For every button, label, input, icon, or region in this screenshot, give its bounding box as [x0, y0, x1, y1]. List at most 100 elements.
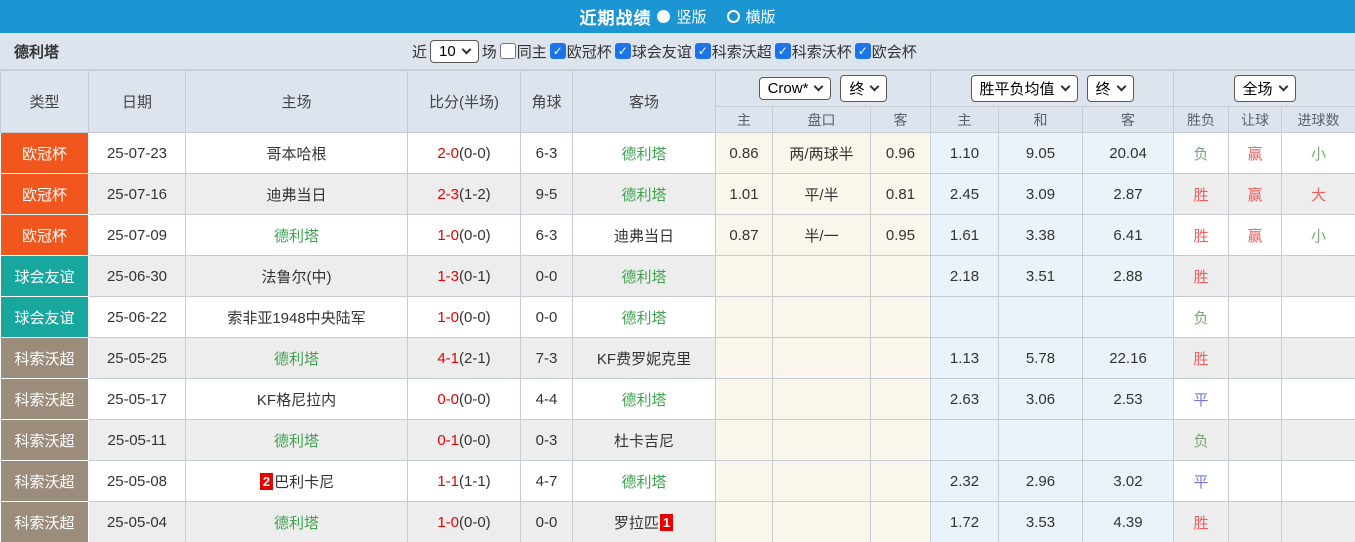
- cell-goals-result: [1282, 297, 1355, 338]
- radio-vertical-label[interactable]: 竖版: [676, 6, 706, 27]
- table-header: 类型 日期 主场 比分(半场) 角球 客场 Crow* 终: [1, 71, 1355, 133]
- league-filter-kosovo-super[interactable]: ✓ 科索沃超: [695, 41, 772, 62]
- away-team-name: 德利塔: [621, 187, 666, 204]
- radio-vertical-layout[interactable]: [657, 10, 670, 23]
- league-label-kosovo-super: 科索沃超: [712, 41, 772, 62]
- table-row: 科索沃超25-05-11德利塔0-1(0-0)0-3杜卡吉尼负: [1, 420, 1355, 461]
- halftime-score: (0-0): [459, 514, 491, 531]
- table-row: 欧冠杯25-07-23哥本哈根2-0(0-0)6-3德利塔0.86两/两球半0.…: [1, 133, 1355, 174]
- league-checkbox-kosovo-cup[interactable]: ✓: [775, 43, 791, 59]
- away-team-name: 德利塔: [621, 310, 666, 327]
- cell-handicap-result: [1229, 420, 1282, 461]
- cell-home-team: 德利塔: [186, 215, 408, 256]
- radio-horizontal-label[interactable]: 横版: [746, 6, 776, 27]
- fulltime-score: 2-3: [437, 186, 459, 203]
- cell-handicap-result: [1229, 297, 1282, 338]
- league-checkbox-friendly[interactable]: ✓: [615, 43, 631, 59]
- odds-company-select[interactable]: Crow*: [759, 77, 832, 100]
- cell-asian-home: [716, 420, 773, 461]
- league-badge: 科索沃超: [1, 338, 89, 379]
- cell-handicap-result: [1229, 338, 1282, 379]
- same-home-checkbox[interactable]: [500, 43, 516, 59]
- result-badge: 胜: [1194, 269, 1209, 286]
- fulltime-score: 0-1: [437, 432, 459, 449]
- league-filter-kosovo-cup[interactable]: ✓ 科索沃杯: [775, 41, 852, 62]
- home-team-name: 巴利卡尼: [274, 474, 334, 491]
- radio-horizontal-layout[interactable]: [727, 10, 740, 23]
- subcol-avg-draw: 和: [999, 107, 1083, 133]
- goals-result-badge: 小: [1311, 228, 1326, 245]
- league-checkbox-ucl[interactable]: ✓: [550, 43, 566, 59]
- table-row: 欧冠杯25-07-16迪弗当日2-3(1-2)9-5德利塔1.01平/半0.81…: [1, 174, 1355, 215]
- cell-corners: 6-3: [521, 215, 573, 256]
- filter-controls: 近 10 场 同主 ✓ 欧冠杯 ✓ 球会友谊 ✓ 科索沃超: [412, 40, 917, 63]
- cell-avg-draw: 3.38: [999, 215, 1083, 256]
- league-checkbox-kosovo-super[interactable]: ✓: [695, 43, 711, 59]
- home-team-name: KF格尼拉内: [257, 392, 336, 409]
- league-filter-conference[interactable]: ✓ 欧会杯: [855, 41, 917, 62]
- cell-avg-home: 1.72: [931, 502, 999, 542]
- col-header-type: 类型: [1, 71, 89, 133]
- odds-time-select[interactable]: 终: [840, 75, 887, 102]
- cell-goals-result: 大: [1282, 174, 1355, 215]
- results-table: 类型 日期 主场 比分(半场) 角球 客场 Crow* 终: [0, 70, 1355, 542]
- cell-avg-draw: [999, 297, 1083, 338]
- result-badge: 平: [1194, 392, 1209, 409]
- team-name: 德利塔: [14, 41, 412, 62]
- league-badge: 欧冠杯: [1, 174, 89, 215]
- cell-avg-away: 2.53: [1083, 379, 1174, 420]
- cell-away-team: 德利塔: [573, 133, 716, 174]
- cell-result: 胜: [1174, 338, 1229, 379]
- cell-home-team: 哥本哈根: [186, 133, 408, 174]
- avg-type-select[interactable]: 胜平负均值: [971, 75, 1078, 102]
- away-team-name: 德利塔: [621, 392, 666, 409]
- subcol-goals: 进球数: [1282, 107, 1355, 133]
- cell-asian-home: [716, 338, 773, 379]
- col-header-home: 主场: [186, 71, 408, 133]
- halftime-score: (1-2): [459, 186, 491, 203]
- same-home-filter[interactable]: 同主: [500, 41, 547, 62]
- results-tbody: 欧冠杯25-07-23哥本哈根2-0(0-0)6-3德利塔0.86两/两球半0.…: [1, 133, 1355, 542]
- cell-avg-home: 2.45: [931, 174, 999, 215]
- handicap-result-badge: 赢: [1248, 228, 1263, 245]
- cell-corners: 0-0: [521, 297, 573, 338]
- cell-goals-result: [1282, 256, 1355, 297]
- cell-asian-away: [871, 379, 931, 420]
- cell-away-team: 德利塔: [573, 174, 716, 215]
- away-team-name: 迪弗当日: [614, 228, 674, 245]
- league-badge: 科索沃超: [1, 379, 89, 420]
- subcol-handicap: 让球: [1229, 107, 1282, 133]
- cell-corners: 0-3: [521, 420, 573, 461]
- league-checkbox-conference[interactable]: ✓: [855, 43, 871, 59]
- subcol-asian-away: 客: [871, 107, 931, 133]
- cell-away-team: 德利塔: [573, 379, 716, 420]
- cell-avg-draw: 3.51: [999, 256, 1083, 297]
- chevron-down-icon: [1060, 82, 1070, 92]
- league-filter-friendly[interactable]: ✓ 球会友谊: [615, 41, 692, 62]
- cell-asian-line: 平/半: [773, 174, 871, 215]
- cell-avg-draw: 3.09: [999, 174, 1083, 215]
- cell-home-team: 德利塔: [186, 420, 408, 461]
- cell-avg-away: 4.39: [1083, 502, 1174, 542]
- cell-avg-home: [931, 297, 999, 338]
- handicap-selects-cell: Crow* 终: [716, 71, 931, 107]
- recent-count-select[interactable]: 10: [430, 40, 479, 63]
- subcol-avg-home: 主: [931, 107, 999, 133]
- handicap-result-badge: 赢: [1248, 146, 1263, 163]
- scope-select[interactable]: 全场: [1234, 75, 1296, 102]
- cell-asian-line: [773, 297, 871, 338]
- avg-time-select[interactable]: 终: [1087, 75, 1134, 102]
- cell-avg-away: 3.02: [1083, 461, 1174, 502]
- away-team-name: 德利塔: [621, 269, 666, 286]
- filter-bar: 德利塔 近 10 场 同主 ✓ 欧冠杯 ✓ 球会友谊 ✓ 科索沃超: [0, 33, 1355, 70]
- halftime-score: (0-0): [459, 432, 491, 449]
- cell-handicap-result: 赢: [1229, 215, 1282, 256]
- cell-result: 平: [1174, 379, 1229, 420]
- chevron-down-icon: [1278, 82, 1288, 92]
- cell-home-team: 迪弗当日: [186, 174, 408, 215]
- cell-score: 2-3(1-2): [408, 174, 521, 215]
- league-filter-ucl[interactable]: ✓ 欧冠杯: [550, 41, 612, 62]
- cell-score: 1-0(0-0): [408, 502, 521, 542]
- result-badge: 负: [1194, 310, 1209, 327]
- cell-goals-result: [1282, 379, 1355, 420]
